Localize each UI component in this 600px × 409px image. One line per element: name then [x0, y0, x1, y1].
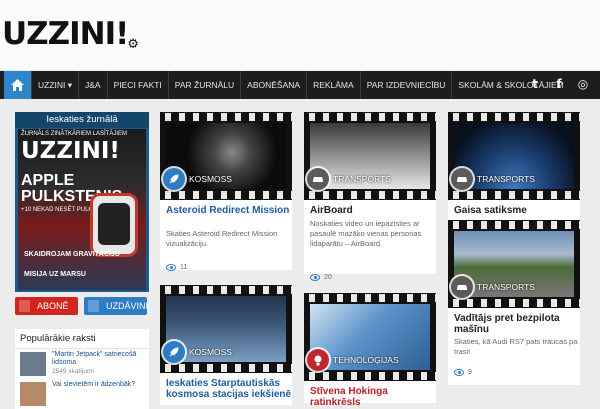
- rocket-icon: [163, 341, 185, 363]
- category-badge[interactable]: TRANSPORTS: [451, 276, 535, 298]
- category-label: KOSMOSS: [189, 347, 232, 357]
- site-logo[interactable]: UZZINI!⚙: [2, 14, 139, 65]
- video-thumbnail[interactable]: TEHNOLOĢIJAS: [304, 293, 436, 381]
- site-header: UZZINI!⚙: [0, 0, 600, 70]
- gift-button[interactable]: UZDĀVINI: [84, 297, 149, 315]
- subscribe-button[interactable]: ABONĒ: [15, 297, 78, 315]
- category-badge[interactable]: KOSMOSS: [163, 168, 232, 190]
- car-icon: [451, 168, 473, 190]
- card-description: Skaties Asteroid Redirect Mission vizual…: [166, 229, 278, 248]
- magazine-promo-title: Ieskaties žurnālā: [15, 112, 149, 128]
- popular-articles: Populārākie raksti "Martin Jetpack" satr…: [15, 329, 149, 409]
- instagram-icon[interactable]: ◎: [574, 75, 592, 93]
- twitter-icon[interactable]: t: [526, 75, 544, 93]
- gift-label: UZDĀVINI: [106, 301, 149, 311]
- category-label: TRANSPORTS: [477, 282, 535, 292]
- card-title[interactable]: Ieskaties Starptautiskās kosmosa stacija…: [166, 378, 294, 400]
- eye-icon: [310, 274, 320, 281]
- video-thumbnail[interactable]: KOSMOSS: [160, 112, 292, 200]
- article-title[interactable]: Vai sievietēm ir ādzenbāk?: [52, 381, 144, 389]
- video-card[interactable]: TRANSPORTS Gaisa satiksme: [448, 112, 580, 220]
- gift-icon: [88, 300, 99, 312]
- gear-icon: ⚙: [127, 37, 139, 52]
- video-card[interactable]: TEHNOLOĢIJAS Stīvena Hokinga ratinkrēsls: [304, 293, 436, 408]
- category-badge[interactable]: TRANSPORTS: [307, 168, 391, 190]
- card-title[interactable]: Vadītājs pret bezpilota mašīnu: [454, 313, 582, 335]
- rocket-icon: [163, 168, 185, 190]
- facebook-icon[interactable]: f: [550, 75, 568, 93]
- book-icon: [19, 300, 30, 312]
- main-nav: UZZINI ▾ J&A PIECI FAKTI PAR ŽURNĀLU ABO…: [0, 71, 600, 99]
- article-title[interactable]: "Martin Jetpack" satriecošā lidsoma: [52, 351, 144, 367]
- category-badge[interactable]: KOSMOSS: [163, 341, 232, 363]
- card-title[interactable]: Asteroid Redirect Mission: [166, 205, 294, 216]
- nav-item-reklama[interactable]: REKLĀMA: [306, 71, 360, 99]
- video-thumbnail[interactable]: KOSMOSS: [160, 285, 292, 373]
- article-views: 2549 skatījumi: [52, 368, 94, 375]
- video-card[interactable]: KOSMOSS Asteroid Redirect Mission Skatie…: [160, 112, 294, 271]
- card-title[interactable]: Stīvena Hokinga ratinkrēsls: [310, 386, 438, 408]
- view-count: 11: [166, 264, 187, 271]
- eye-icon: [166, 264, 176, 271]
- cover-story-gravity: SKAIDROJAM GRAVITĀCIJU: [24, 251, 120, 258]
- view-count: 20: [310, 274, 332, 281]
- category-label: TEHNOLOĢIJAS: [333, 355, 399, 365]
- popular-articles-title: Populārākie raksti: [15, 329, 149, 349]
- list-item[interactable]: "Martin Jetpack" satriecošā lidsoma 2549…: [15, 349, 149, 379]
- cover-masthead: UZZINI!: [21, 138, 120, 164]
- category-label: KOSMOSS: [189, 174, 232, 184]
- article-thumbnail[interactable]: [20, 382, 46, 406]
- nav-item-ja[interactable]: J&A: [78, 71, 107, 99]
- car-icon: [307, 168, 329, 190]
- video-thumbnail[interactable]: TRANSPORTS: [448, 220, 580, 308]
- video-thumbnail[interactable]: TRANSPORTS: [304, 112, 436, 200]
- card-title[interactable]: Gaisa satiksme: [454, 205, 582, 216]
- card-title[interactable]: AirBoard: [310, 205, 438, 216]
- nav-item-par-zurnalu[interactable]: PAR ŽURNĀLU: [167, 71, 240, 99]
- category-label: TRANSPORTS: [333, 174, 391, 184]
- nav-home-button[interactable]: [4, 71, 31, 99]
- view-count: 9: [454, 369, 472, 376]
- subscribe-label: ABONĒ: [37, 301, 69, 311]
- main-content: Ieskaties žurnālā ŽURNĀLS ZINĀTKĀRIEM LA…: [0, 100, 600, 409]
- category-badge[interactable]: TRANSPORTS: [451, 168, 535, 190]
- nav-item-abonesana[interactable]: ABONĒŠANA: [240, 71, 306, 99]
- nav-item-par-izdevniecibu[interactable]: PAR IZDEVNIECĪBU: [359, 71, 452, 99]
- eye-icon: [454, 369, 464, 376]
- car-icon: [451, 276, 473, 298]
- video-card[interactable]: KOSMOSS Ieskaties Starptautiskās kosmosa…: [160, 285, 292, 405]
- article-thumbnail[interactable]: [20, 352, 46, 376]
- nav-item-pieci-fakti[interactable]: PIECI FAKTI: [106, 71, 168, 99]
- card-description: Noskaties video un iepazīsties ar pasaul…: [310, 219, 422, 248]
- magazine-cover[interactable]: ŽURNĀLS ZINĀTKĀRIEM LASĪTĀJIEM UZZINI! A…: [18, 129, 146, 290]
- video-thumbnail[interactable]: TRANSPORTS: [448, 112, 580, 200]
- lightbulb-icon: [307, 349, 329, 371]
- home-icon: [11, 79, 24, 91]
- category-label: TRANSPORTS: [477, 174, 535, 184]
- list-item[interactable]: Vai sievietēm ir ādzenbāk?: [15, 379, 149, 409]
- card-description: Skaties, kā Audi RS7 pats traucas pa tra…: [454, 337, 578, 356]
- magazine-promo[interactable]: Ieskaties žurnālā ŽURNĀLS ZINĀTKĀRIEM LA…: [15, 112, 149, 292]
- watch-image: [90, 193, 138, 257]
- video-card[interactable]: TRANSPORTS AirBoard Noskaties video un i…: [304, 112, 438, 281]
- video-card[interactable]: TRANSPORTS Vadītājs pret bezpilota mašīn…: [448, 220, 580, 385]
- nav-item-uzzini[interactable]: UZZINI ▾: [31, 71, 78, 99]
- category-badge[interactable]: TEHNOLOĢIJAS: [307, 349, 399, 371]
- cover-story-mars: MISIJA UZ MARSU: [24, 271, 86, 278]
